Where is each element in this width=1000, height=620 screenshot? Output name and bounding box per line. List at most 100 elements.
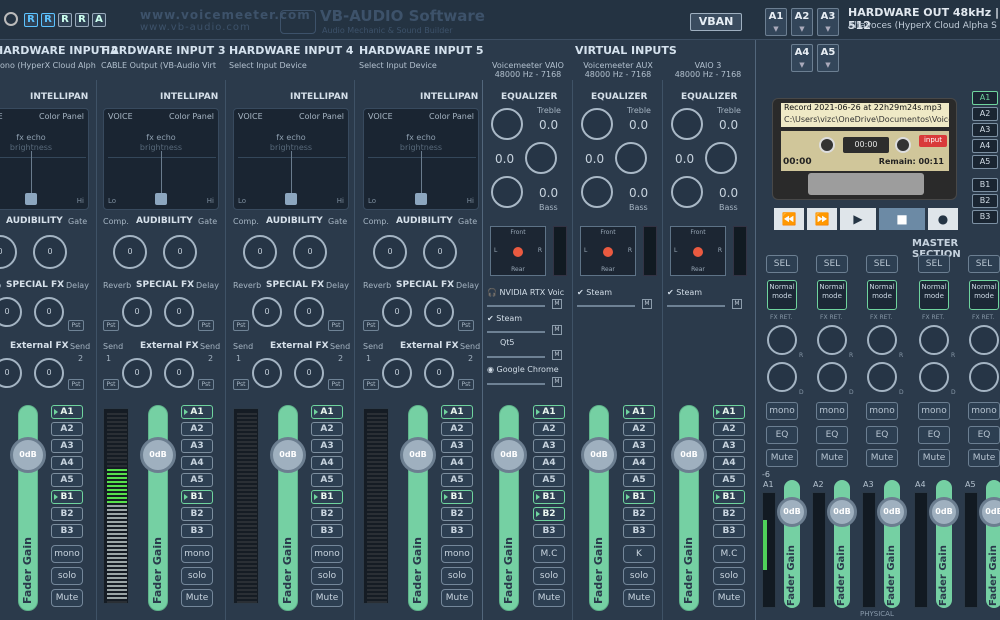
send-2-knob[interactable]: 0: [164, 358, 194, 388]
app-volume-slider[interactable]: [487, 383, 545, 385]
mute-button[interactable]: Mute: [311, 589, 343, 607]
preset-button[interactable]: Pst: [68, 379, 84, 390]
recording-path[interactable]: C:\Users\vizc\OneDrive\Documentos\Voicem…: [781, 115, 949, 127]
app-volume-slider[interactable]: [577, 305, 635, 307]
gate-knob[interactable]: 0: [33, 235, 67, 269]
eq-knob[interactable]: [525, 142, 557, 174]
mute-button[interactable]: Mute: [533, 589, 565, 607]
master-mono-button[interactable]: mono: [918, 402, 950, 420]
hw-out-a2-button[interactable]: A2 ▼: [791, 8, 813, 36]
master-mono-button[interactable]: mono: [866, 402, 898, 420]
app-steam-3[interactable]: ✔ Steam: [667, 288, 702, 297]
intellipan-panel[interactable]: VOICE Color Panel fx echo brightness Lo …: [233, 108, 349, 210]
bus-button[interactable]: A5: [623, 473, 655, 487]
send-2-knob[interactable]: 0: [424, 358, 454, 388]
solo-button[interactable]: solo: [311, 567, 343, 585]
intellipan-panel[interactable]: VOICE Color Panel fx echo brightness Lo …: [363, 108, 479, 210]
master-eq-button[interactable]: EQ: [968, 426, 1000, 444]
master-fader-knob[interactable]: 0dB: [979, 497, 1000, 527]
fader-knob[interactable]: 0dB: [491, 437, 527, 473]
fx-return-r-knob[interactable]: [919, 325, 949, 355]
bus-button[interactable]: A2: [533, 422, 565, 436]
mute-button[interactable]: Mute: [181, 589, 213, 607]
pan-position-dot[interactable]: [603, 247, 613, 257]
fader-knob[interactable]: 0dB: [581, 437, 617, 473]
bus-button[interactable]: A3: [533, 439, 565, 453]
delay-knob[interactable]: 0: [294, 297, 324, 327]
rec-output-select-button[interactable]: A2: [972, 107, 998, 121]
eq-knob[interactable]: [491, 176, 523, 208]
eq-knob[interactable]: [671, 108, 703, 140]
master-mono-button[interactable]: mono: [968, 402, 1000, 420]
app-mute-button[interactable]: M: [552, 299, 562, 309]
master-fader-knob[interactable]: 0dB: [877, 497, 907, 527]
normal-mode-button[interactable]: Normal mode: [969, 280, 999, 310]
send-2-knob[interactable]: 0: [294, 358, 324, 388]
master-fader-knob[interactable]: 0dB: [929, 497, 959, 527]
master-sel-button[interactable]: SEL: [766, 255, 798, 273]
fader-knob[interactable]: 0dB: [10, 437, 46, 473]
rec-a-button[interactable]: A: [92, 13, 106, 27]
app-qt5[interactable]: Qt5: [500, 338, 515, 347]
rec-output-select-button[interactable]: A1: [972, 91, 998, 105]
menu-icon[interactable]: [4, 12, 18, 26]
master-mute-button[interactable]: Mute: [968, 449, 1000, 467]
intellipan-panel[interactable]: VOICE Color Panel fx echo brightness Lo …: [103, 108, 219, 210]
solo-button[interactable]: solo: [533, 567, 565, 585]
app-steam-2[interactable]: ✔ Steam: [577, 288, 612, 297]
hw-out-a5-button[interactable]: A5 ▼: [817, 44, 839, 72]
bus-button[interactable]: B2: [441, 507, 473, 521]
stop-button[interactable]: ■: [879, 208, 925, 230]
bus-button[interactable]: A5: [311, 473, 343, 487]
bus-button[interactable]: A4: [311, 456, 343, 470]
master-sel-button[interactable]: SEL: [866, 255, 898, 273]
master-sel-button[interactable]: SEL: [816, 255, 848, 273]
bus-button[interactable]: B2: [311, 507, 343, 521]
bus-button[interactable]: A1: [713, 405, 745, 419]
pan-handle[interactable]: [415, 193, 427, 205]
bus-button[interactable]: A1: [181, 405, 213, 419]
pan-2d-panel[interactable]: Front L R Rear: [670, 226, 726, 276]
pan-handle[interactable]: [285, 193, 297, 205]
mc-button[interactable]: K: [623, 545, 655, 563]
delay-knob[interactable]: 0: [424, 297, 454, 327]
bus-button[interactable]: B3: [181, 524, 213, 538]
app-volume-slider[interactable]: [667, 305, 725, 307]
send-1-knob[interactable]: 0: [382, 358, 412, 388]
bus-button[interactable]: A3: [51, 439, 83, 453]
bus-button[interactable]: A4: [713, 456, 745, 470]
bus-button[interactable]: A3: [311, 439, 343, 453]
fader-knob[interactable]: 0dB: [671, 437, 707, 473]
preset-button[interactable]: Pst: [198, 320, 214, 331]
fx-return-d-knob[interactable]: [817, 362, 847, 392]
send-1-knob[interactable]: 0: [0, 358, 22, 388]
preset-button[interactable]: Pst: [458, 320, 474, 331]
pan-position-dot[interactable]: [693, 247, 703, 257]
delay-knob[interactable]: 0: [164, 297, 194, 327]
vban-button[interactable]: VBAN: [690, 13, 742, 31]
hw-input-4-title[interactable]: HARDWARE INPUT 4: [229, 44, 354, 57]
hw-input-3-device[interactable]: CABLE Output (VB-Audio Virt: [101, 61, 216, 70]
bus-button[interactable]: B3: [713, 524, 745, 538]
play-button[interactable]: ▶: [840, 208, 876, 230]
app-mute-button[interactable]: M: [552, 377, 562, 387]
eq-knob[interactable]: [671, 176, 703, 208]
master-eq-button[interactable]: EQ: [766, 426, 798, 444]
preset-button[interactable]: Pst: [328, 320, 344, 331]
bus-button[interactable]: A3: [713, 439, 745, 453]
comp-knob[interactable]: 0: [113, 235, 147, 269]
rec-r4-button[interactable]: R: [75, 13, 89, 27]
bus-button[interactable]: A5: [713, 473, 745, 487]
gate-knob[interactable]: 0: [423, 235, 457, 269]
bus-button[interactable]: B1: [441, 490, 473, 504]
hardware-out-device[interactable]: Altavoces (HyperX Cloud Alpha S Gaming): [848, 21, 1000, 31]
fx-return-d-knob[interactable]: [969, 362, 999, 392]
gate-knob[interactable]: 0: [163, 235, 197, 269]
bus-button[interactable]: B2: [181, 507, 213, 521]
reverb-knob[interactable]: 0: [122, 297, 152, 327]
rec-output-select-button[interactable]: B3: [972, 210, 998, 224]
rec-output-select-button[interactable]: A5: [972, 155, 998, 169]
rec-output-select-button[interactable]: B1: [972, 178, 998, 192]
rec-r2-button[interactable]: R: [41, 13, 55, 27]
bus-button[interactable]: B3: [311, 524, 343, 538]
